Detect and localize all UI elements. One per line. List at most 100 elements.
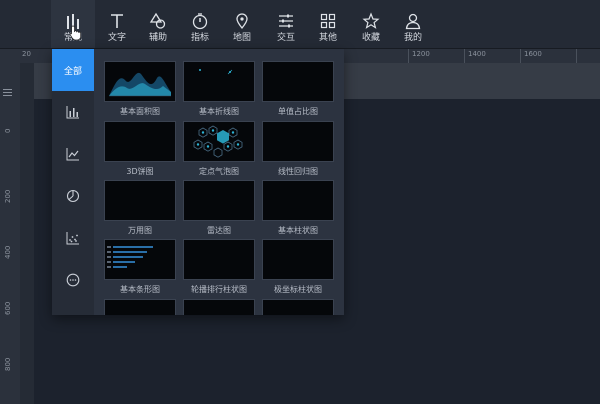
toolbar-label: 其他 [318,33,337,43]
chart-card-line[interactable]: 基本折线图 [183,61,255,117]
toolbar-label: 收藏 [361,33,380,43]
chart-thumbnail [262,299,334,315]
chart-card-bubble[interactable]: 定点气泡图 [183,121,255,177]
chart-card-name: 定点气泡图 [199,167,239,176]
chart-card[interactable] [183,299,255,315]
toolbar-item-auxiliary[interactable]: 辅助 [136,0,180,48]
chart-card-name: 基本折线图 [199,107,239,116]
chart-thumbnail [262,61,334,102]
ruler-tick [408,49,409,63]
scatter-icon [66,232,79,245]
hand-cursor-icon [69,25,81,41]
toolbar-item-text[interactable]: 文字 [95,0,139,48]
chart-thumbnail [104,61,176,102]
chart-card-name: 轮播排行柱状图 [191,285,247,294]
toolbar-label: 地图 [232,33,251,43]
ruler-label: 1200 [412,50,430,58]
chart-thumbnail [262,239,334,280]
chart-thumbnail [183,180,255,221]
chart-thumbnail [262,180,334,221]
chart-thumbnail [183,61,255,102]
chart-card-regression[interactable]: 线性回归图 [262,121,334,177]
chart-card-horizontal-bar[interactable]: 基本条形图 [104,239,176,295]
shapes-icon [149,12,166,29]
ruler-left[interactable]: 0 200 400 600 800 [0,63,21,404]
ruler-label: 1600 [524,50,542,58]
toolbar-item-indicator[interactable]: 指标 [178,0,222,48]
chart-card-single-ratio[interactable]: 单值占比图 [262,61,334,117]
chart-picker-panel: 全部 基本面积图 基本折线图 单值占比图 3D饼图 定点气泡图 线性回归图 万用… [52,49,344,315]
category-more[interactable] [52,259,94,301]
toolbar-label: 交互 [276,33,295,43]
chart-card-bar[interactable]: 基本柱状图 [262,180,334,236]
bar-chart-icon [66,106,79,119]
toolbar-item-interaction[interactable]: 交互 [264,0,308,48]
ruler-tick [576,49,577,63]
grid-icon [320,13,336,29]
line-chart-icon [66,148,79,161]
more-icon [66,273,80,287]
chart-thumbnail [104,180,176,221]
ruler-corner [0,49,20,63]
chart-thumbnail [183,239,255,280]
user-icon [405,13,421,30]
chart-thumbnail [183,121,255,162]
chart-card-carousel-ranking[interactable]: 轮播排行柱状图 [183,239,255,295]
chart-card-universal[interactable]: 万用图 [104,180,176,236]
horizontal-bar-thumbnail-icon [107,246,153,268]
chart-card-area[interactable]: 基本面积图 [104,61,176,117]
toolbar-label: 文字 [107,33,126,43]
text-icon [111,14,123,28]
ruler-menu-icon[interactable] [3,89,12,90]
category-sidebar: 全部 [52,49,94,315]
line-chart-thumbnail-icon [199,69,233,75]
chart-card-3d-pie[interactable]: 3D饼图 [104,121,176,177]
canvas-left-strip [20,63,34,404]
chart-card-name: 雷达图 [207,226,231,235]
toolbar-item-favorites[interactable]: 收藏 [349,0,393,48]
chart-thumbnail [104,121,176,162]
chart-card-name: 万用图 [128,226,152,235]
chart-thumbnail [183,299,255,315]
toolbar-label: 我的 [403,33,422,43]
chart-card-name: 基本柱状图 [278,226,318,235]
chart-card[interactable] [262,299,334,315]
ruler-label: 0 [4,128,12,133]
top-toolbar: 常规 文字 辅助 指标 地图 交互 其他 [0,0,600,49]
gauge-icon [192,13,208,30]
chart-card[interactable] [104,299,176,315]
area-chart-thumbnail-icon [109,72,171,97]
ruler-label: 200 [4,189,12,203]
ruler-tick [520,49,521,63]
toolbar-item-other[interactable]: 其他 [306,0,350,48]
pie-chart-icon [66,189,80,203]
chart-card-polar-bar[interactable]: 极坐标柱状图 [262,239,334,295]
chart-thumbnail [104,239,176,280]
chart-card-name: 极坐标柱状图 [274,285,322,294]
bubble-chart-thumbnail-icon [193,125,243,158]
toolbar-label: 指标 [190,33,209,43]
chart-card-name: 基本面积图 [120,107,160,116]
ruler-label: 800 [4,357,12,371]
ruler-label: 600 [4,301,12,315]
category-line[interactable] [52,133,94,175]
map-pin-icon [236,13,248,30]
category-bar[interactable] [52,91,94,133]
ruler-label: 1400 [468,50,486,58]
chart-card-name: 单值占比图 [278,107,318,116]
category-all[interactable]: 全部 [52,49,94,91]
toolbar-label: 辅助 [148,33,167,43]
ruler-label: 400 [4,245,12,259]
chart-card-name: 线性回归图 [278,167,318,176]
ruler-tick [464,49,465,63]
chart-thumbnail-grid: 基本面积图 基本折线图 单值占比图 3D饼图 定点气泡图 线性回归图 万用图 雷… [104,61,338,315]
category-label: 全部 [63,66,82,77]
chart-card-name: 基本条形图 [120,285,160,294]
toolbar-item-mine[interactable]: 我的 [391,0,435,48]
chart-card-radar[interactable]: 雷达图 [183,180,255,236]
toolbar-item-map[interactable]: 地图 [220,0,264,48]
category-pie[interactable] [52,175,94,217]
sliders-icon [279,14,293,28]
category-scatter[interactable] [52,217,94,259]
chart-thumbnail [262,121,334,162]
